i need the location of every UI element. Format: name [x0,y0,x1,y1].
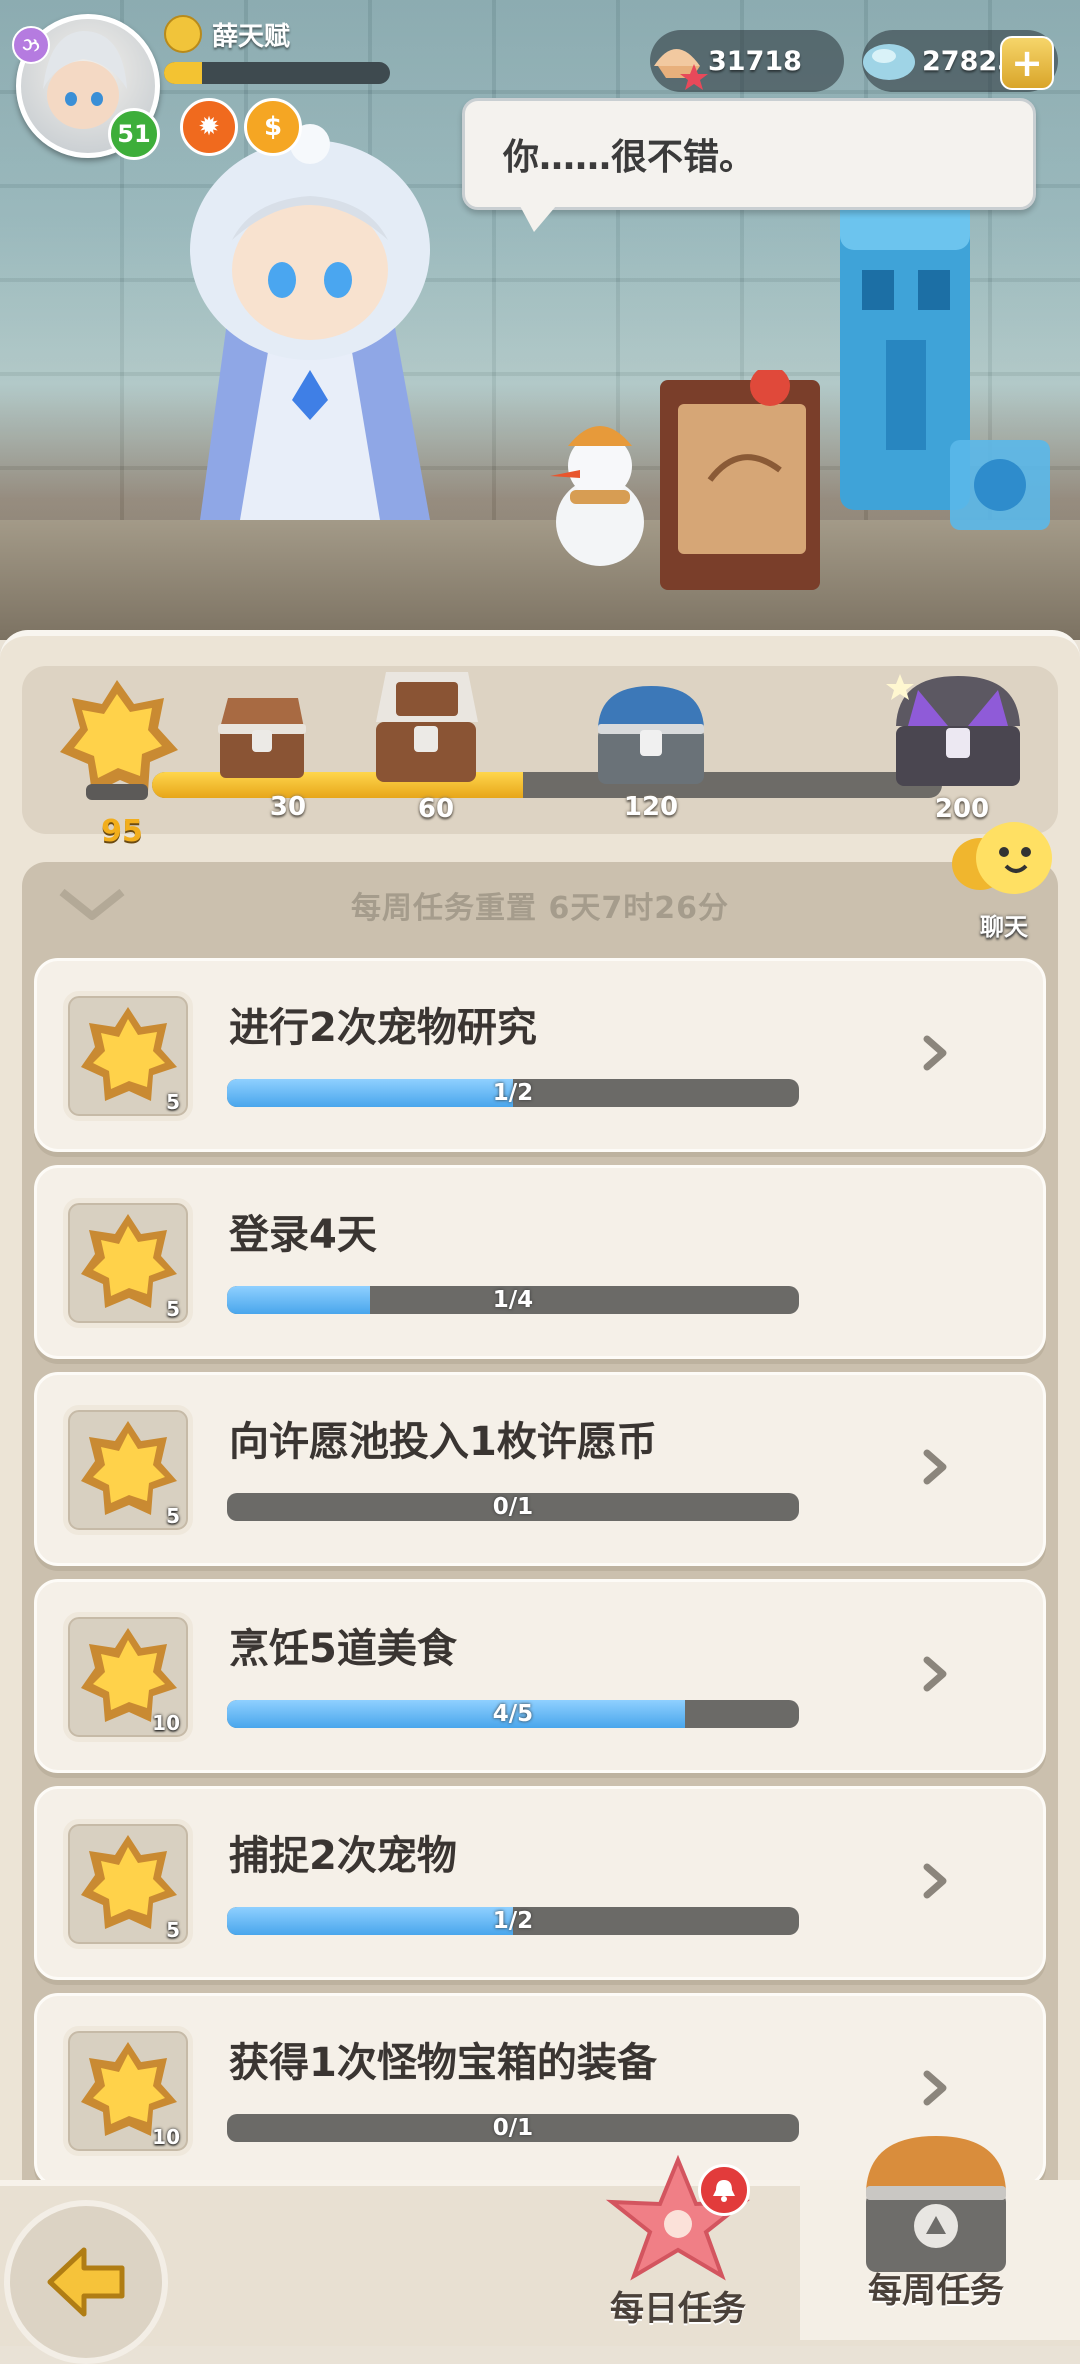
task-list-frame: 每周任务重置 6天7时26分 聊天 5 进行2次宠物研究 1/2 5 登录4天 1/4 5 向… [22,822,1058,2192]
scene-background [0,0,1080,640]
coin-buff-icon[interactable]: $ [244,98,302,156]
task-progress-text: 1/2 [492,1908,534,1934]
gem-currency[interactable]: 27825 + [862,30,1058,92]
tab-daily-tasks[interactable]: 每日任务 [578,2140,778,2340]
fire-buff-icon[interactable]: ✹ [180,98,238,156]
task-progress-text: 4/5 [492,1701,534,1727]
player-level-badge: 51 [108,108,160,160]
vip-icon: ઝ [12,26,50,64]
chevron-right-icon[interactable] [921,1654,951,1694]
task-progress-bar: 0/1 [227,2114,799,2142]
reward-count: 5 [166,1297,180,1321]
shell-currency[interactable]: 31718 [650,30,844,92]
chat-label: 聊天 [980,913,1028,941]
experience-bar [164,62,390,84]
task-progress-bar: 4/5 [227,1700,799,1728]
star-medal-icon [60,680,178,800]
emoji-face-icon [164,15,202,53]
chest-label: 120 [623,792,679,822]
chevron-right-icon[interactable] [921,1033,951,1073]
task-title: 获得1次怪物宝箱的装备 [229,2040,657,2086]
milestone-points: 95 [101,814,143,849]
collapse-chevron-icon[interactable] [56,884,128,924]
chat-button[interactable]: 聊天 [944,812,1064,942]
weekly-reset-timer: 每周任务重置 6天7时26分 [351,891,729,926]
chest-icon[interactable] [878,670,1038,792]
chevron-right-icon[interactable] [921,2068,951,2108]
reward-count: 5 [166,1504,180,1528]
task-title: 登录4天 [229,1212,377,1258]
tab-weekly-label: 每周任务 [868,2271,1004,2311]
task-card[interactable]: 5 捕捉2次宠物 1/2 [34,1786,1046,1980]
reward-slot: 5 [63,991,193,1121]
gem-icon [863,44,915,80]
reward-slot: 5 [63,1198,193,1328]
task-title: 向许愿池投入1枚许愿币 [229,1419,657,1465]
task-progress-bar: 1/4 [227,1286,799,1314]
task-card[interactable]: 10 烹饪5道美食 4/5 [34,1579,1046,1773]
player-name: 薛天赋 [212,21,291,52]
chest-icon[interactable] [362,666,492,788]
task-card[interactable]: 5 进行2次宠物研究 1/2 [34,958,1046,1152]
reward-slot: 5 [63,1405,193,1535]
chest-icon[interactable] [208,684,316,784]
reward-slot: 10 [63,1612,193,1742]
milestone-track: 95 30 60 120 200 [22,666,1058,849]
reward-count: 10 [152,2125,180,2149]
tab-weekly-tasks[interactable]: 每周任务 [836,2122,1036,2322]
dialog-bubble: 你……很不错。 [462,98,1036,210]
task-title: 捕捉2次宠物 [229,1833,457,1879]
task-progress-bar: 1/2 [227,1079,799,1107]
starfish-icon [605,2154,751,2281]
chest-label: 30 [269,792,307,822]
reward-slot: 10 [63,2026,193,2156]
reward-count: 10 [152,1711,180,1735]
task-progress-bar: 0/1 [227,1493,799,1521]
task-title: 进行2次宠物研究 [229,1005,537,1051]
ice-girl-character [190,124,430,520]
shell-count: 31718 [708,45,802,77]
task-progress-text: 1/4 [492,1287,534,1313]
reward-count: 5 [166,1918,180,1942]
notification-bell-icon [698,2164,750,2216]
reward-count: 5 [166,1090,180,1114]
chevron-right-icon[interactable] [921,1447,951,1487]
player-name-row: 薛天赋 [164,14,290,54]
task-progress-text: 0/1 [492,2115,534,2141]
task-card[interactable]: 5 登录4天 1/4 [34,1165,1046,1359]
reward-slot: 5 [63,1819,193,1949]
chest-icon[interactable] [582,680,720,790]
chest-label: 60 [417,794,455,824]
task-progress-bar: 1/2 [227,1907,799,1935]
add-gems-button[interactable]: + [1000,36,1054,90]
snowman-icon [550,426,644,566]
wooden-notice-board [660,370,820,590]
chevron-right-icon[interactable] [921,1861,951,1901]
weekly-task-panel: 95 30 60 120 200 每周任务重置 6天7时26分 聊天 5 进行2… [0,630,1080,2196]
task-card[interactable]: 5 向许愿池投入1枚许愿币 0/1 [34,1372,1046,1566]
task-title: 烹饪5道美食 [229,1626,457,1672]
back-button[interactable] [4,2200,168,2364]
task-progress-text: 0/1 [492,1494,534,1520]
task-progress-text: 1/2 [492,1080,534,1106]
experience-fill [164,62,203,84]
shell-icon [654,49,708,90]
back-arrow-icon [47,2247,125,2317]
weekly-reset-row: 每周任务重置 6天7时26分 [22,862,1058,948]
tab-daily-label: 每日任务 [610,2289,746,2329]
dialog-bubble-tail [520,206,556,232]
chat-bubble-icon [952,822,1052,894]
